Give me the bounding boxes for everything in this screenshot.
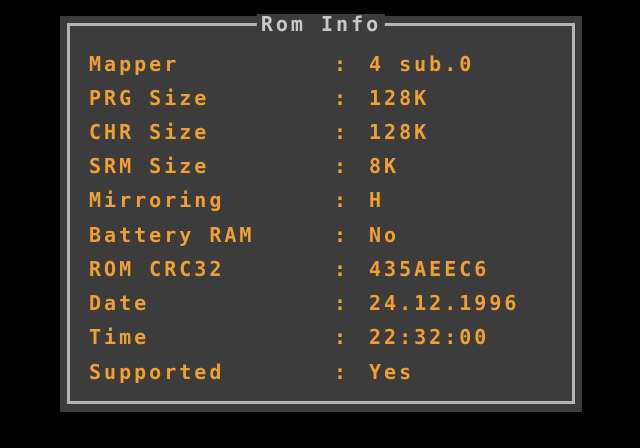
info-row-chr-size: CHR Size : 128K xyxy=(89,119,429,145)
row-label: Supported xyxy=(89,360,225,384)
rom-info-dialog: Rom Info Mapper : 4 sub.0 PRG Size : 128… xyxy=(60,14,582,412)
row-label: ROM CRC32 xyxy=(89,257,225,281)
row-label: Mapper xyxy=(89,52,180,76)
row-label: Date xyxy=(89,291,150,315)
info-row-srm-size: SRM Size : 8K xyxy=(89,153,399,179)
info-row-mirroring: Mirroring : H xyxy=(89,187,384,213)
row-value: 128K xyxy=(369,86,430,110)
row-separator: : xyxy=(334,360,350,384)
info-row-rom-crc32: ROM CRC32 : 435AEEC6 xyxy=(89,256,489,282)
row-separator: : xyxy=(334,325,350,349)
row-value: No xyxy=(369,223,400,247)
dialog-title: Rom Info xyxy=(256,14,386,34)
row-separator: : xyxy=(334,188,350,212)
row-label: Time xyxy=(89,325,150,349)
row-separator: : xyxy=(334,223,350,247)
screen: Rom Info Mapper : 4 sub.0 PRG Size : 128… xyxy=(0,0,640,448)
row-separator: : xyxy=(334,52,350,76)
row-separator: : xyxy=(334,257,350,281)
row-value: 128K xyxy=(369,120,430,144)
info-row-time: Time : 22:32:00 xyxy=(89,324,489,350)
info-row-supported: Supported : Yes xyxy=(89,359,414,385)
row-label: SRM Size xyxy=(89,154,210,178)
row-value: 24.12.1996 xyxy=(369,291,520,315)
row-value: Yes xyxy=(369,360,415,384)
row-label: Mirroring xyxy=(89,188,225,212)
info-row-battery-ram: Battery RAM : No xyxy=(89,222,399,248)
row-value: H xyxy=(369,188,385,212)
row-value: 4 sub.0 xyxy=(369,52,475,76)
row-separator: : xyxy=(334,120,350,144)
info-row-mapper: Mapper : 4 sub.0 xyxy=(89,51,474,77)
row-label: CHR Size xyxy=(89,120,210,144)
row-value: 435AEEC6 xyxy=(369,257,490,281)
row-separator: : xyxy=(334,154,350,178)
row-label: PRG Size xyxy=(89,86,210,110)
row-separator: : xyxy=(334,291,350,315)
row-label: Battery RAM xyxy=(89,223,255,247)
info-row-prg-size: PRG Size : 128K xyxy=(89,85,429,111)
row-value: 8K xyxy=(369,154,400,178)
dialog-frame: Rom Info Mapper : 4 sub.0 PRG Size : 128… xyxy=(67,14,575,404)
row-separator: : xyxy=(334,86,350,110)
info-row-date: Date : 24.12.1996 xyxy=(89,290,519,316)
row-value: 22:32:00 xyxy=(369,325,490,349)
